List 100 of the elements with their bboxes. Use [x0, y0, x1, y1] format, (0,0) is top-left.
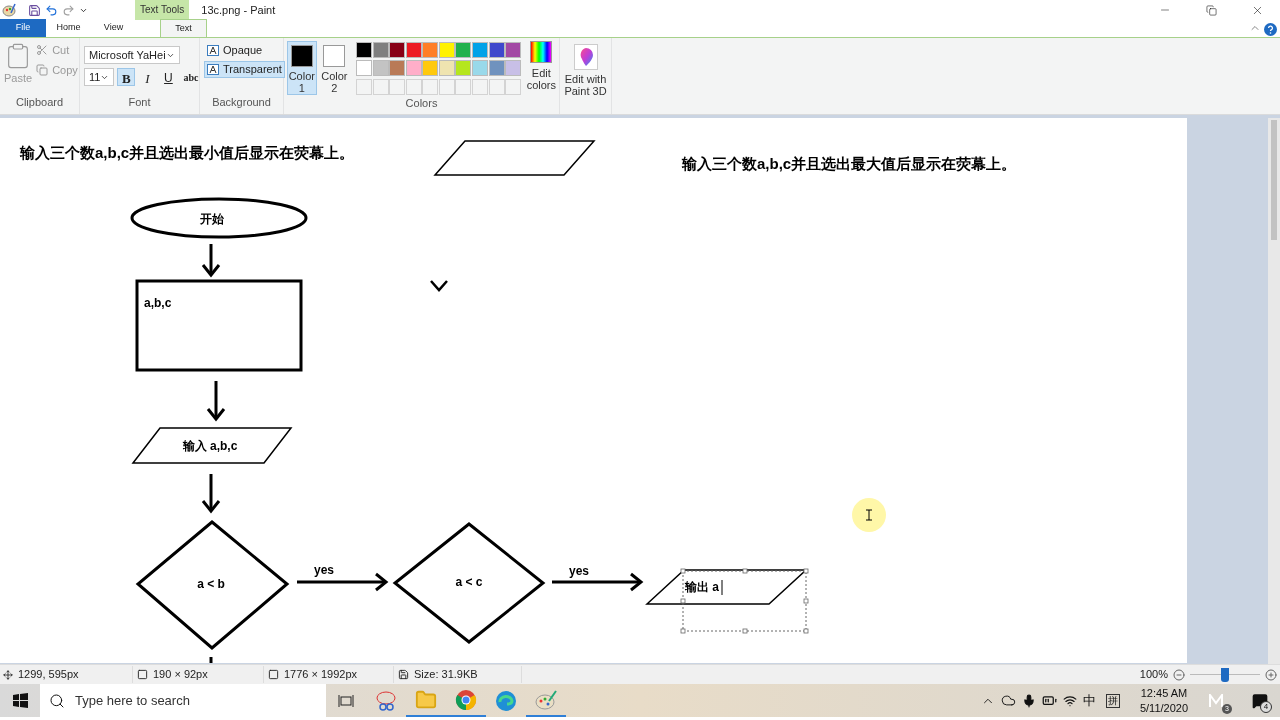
rainbow-icon — [530, 41, 553, 63]
group-label: Clipboard — [14, 94, 65, 110]
palette-swatch[interactable] — [389, 42, 406, 58]
vertical-scrollbar[interactable] — [1268, 118, 1280, 664]
copy-icon — [36, 63, 49, 76]
palette-swatch[interactable] — [488, 60, 505, 77]
edge-icon — [495, 689, 517, 712]
ribbon-tab[interactable]: File — [0, 19, 46, 37]
image-size-icon — [268, 669, 279, 680]
arrow — [201, 474, 221, 514]
ime-mode-indicator[interactable]: 中 — [1083, 690, 1096, 711]
save-icon[interactable] — [28, 3, 41, 17]
paint-3d-button[interactable]: Edit with Paint 3D — [560, 44, 611, 97]
scissors-icon — [36, 44, 49, 57]
zoom-out-icon[interactable] — [1173, 668, 1185, 681]
palette-swatch[interactable] — [372, 42, 389, 58]
ribbon-tab[interactable]: View — [91, 19, 136, 37]
palette-swatch[interactable] — [455, 60, 472, 77]
text-selection-box[interactable] — [680, 568, 809, 634]
palette-swatch[interactable] — [405, 60, 422, 77]
windows-logo-icon — [12, 693, 28, 708]
file-size: Size: 31.9KB — [414, 667, 478, 683]
help-icon[interactable] — [1264, 23, 1277, 36]
group-label: Font — [127, 94, 152, 110]
paint-3d-icon — [573, 44, 598, 70]
palette-swatch[interactable] — [372, 60, 389, 77]
task-view-icon — [338, 693, 354, 708]
palette-swatch[interactable] — [472, 60, 488, 77]
arrow — [201, 244, 221, 278]
background-option[interactable]: Transparent — [204, 61, 285, 78]
input-label: 输入 a,b,c — [182, 439, 238, 453]
heading: 输入三个数a,b,c并且选出最小值后显示在荧幕上。 — [20, 144, 355, 161]
decision-label: a < c — [455, 575, 483, 589]
cursor-position-icon — [3, 669, 13, 680]
color-slot-button[interactable]: Color 1 — [287, 41, 317, 95]
font-style-button[interactable]: B — [117, 68, 136, 86]
zoom-slider[interactable] — [1190, 667, 1260, 682]
microphone-icon[interactable] — [1022, 693, 1036, 708]
edit-colors-button[interactable]: Edit colors — [526, 41, 556, 95]
chrome-icon — [455, 688, 477, 711]
cloud-icon[interactable] — [1001, 693, 1016, 708]
battery-icon[interactable] — [1042, 693, 1057, 708]
restore-icon — [1205, 4, 1217, 16]
font-style-button[interactable]: U — [159, 68, 178, 86]
clock[interactable]: 12:45 AM 5/11/2020 — [1134, 685, 1194, 716]
text-background-icon — [207, 45, 219, 56]
undo-icon[interactable] — [45, 3, 58, 17]
image-size: 1776 × 1992px — [284, 667, 358, 683]
decision-label: a < b — [197, 577, 225, 591]
text-background-icon — [207, 64, 219, 75]
heading: 输入三个数a,b,c并且选出最大值后显示在荧幕上。 — [682, 155, 1017, 172]
color-slot-button[interactable]: Color 2 — [319, 41, 350, 95]
group-label: Colors — [404, 96, 439, 111]
palette-swatch[interactable] — [405, 42, 422, 58]
folder-icon — [415, 688, 437, 711]
yes-label: yes — [569, 564, 589, 578]
palette-swatch[interactable] — [389, 60, 406, 77]
context-tab-label: Text Tools — [135, 0, 190, 20]
start-label: 开始 — [200, 212, 224, 226]
process-label: a,b,c — [144, 296, 172, 310]
palette-swatch[interactable] — [422, 42, 439, 58]
palette-swatch[interactable] — [438, 60, 455, 77]
notifications-button[interactable]: 4 — [1240, 684, 1280, 717]
ribbon-tab[interactable]: Text — [160, 19, 207, 37]
zoom-in-icon[interactable] — [1265, 668, 1277, 681]
selection-size: 190 × 92px — [153, 667, 208, 683]
yes-label: yes — [314, 563, 334, 577]
search-icon — [49, 692, 65, 709]
arrow — [206, 381, 226, 422]
notification-count: 4 — [1260, 701, 1272, 713]
file-size-icon — [398, 669, 409, 680]
ime-indicator[interactable]: 拼 — [1106, 693, 1120, 708]
palette-swatch[interactable] — [356, 60, 373, 77]
zoom-level: 100% — [1139, 667, 1168, 683]
ribbon-tab[interactable]: Home — [46, 19, 91, 37]
chevron-mark — [430, 280, 448, 292]
output-label: 输出 a — [685, 580, 719, 594]
font-style-button[interactable]: I — [138, 68, 157, 86]
palette-icon — [535, 688, 557, 711]
font-style-button[interactable]: abc — [180, 68, 199, 86]
font-family-dropdown[interactable]: Microsoft YaHei — [84, 46, 180, 64]
palette-swatch[interactable] — [438, 42, 455, 58]
group-label: Background — [211, 94, 272, 110]
palette-swatch[interactable] — [488, 42, 505, 58]
background-option[interactable]: Opaque — [204, 42, 266, 59]
text-cursor-icon — [852, 498, 886, 532]
cursor-position: 1299, 595px — [18, 667, 79, 683]
palette-swatch[interactable] — [505, 42, 522, 58]
selection-size-icon — [137, 669, 148, 680]
palette-swatch[interactable] — [422, 60, 439, 77]
window-title: 13c.png - Paint — [201, 2, 276, 18]
paint-app-icon — [2, 3, 16, 17]
palette-swatch[interactable] — [455, 42, 472, 58]
font-size-dropdown[interactable]: 11 — [84, 68, 115, 86]
wifi-icon[interactable] — [1063, 693, 1077, 708]
palette-swatch[interactable] — [356, 42, 373, 58]
connector-line — [209, 657, 213, 663]
search-field[interactable]: Type here to search — [40, 684, 326, 717]
palette-swatch[interactable] — [505, 60, 522, 77]
palette-swatch[interactable] — [472, 42, 488, 58]
